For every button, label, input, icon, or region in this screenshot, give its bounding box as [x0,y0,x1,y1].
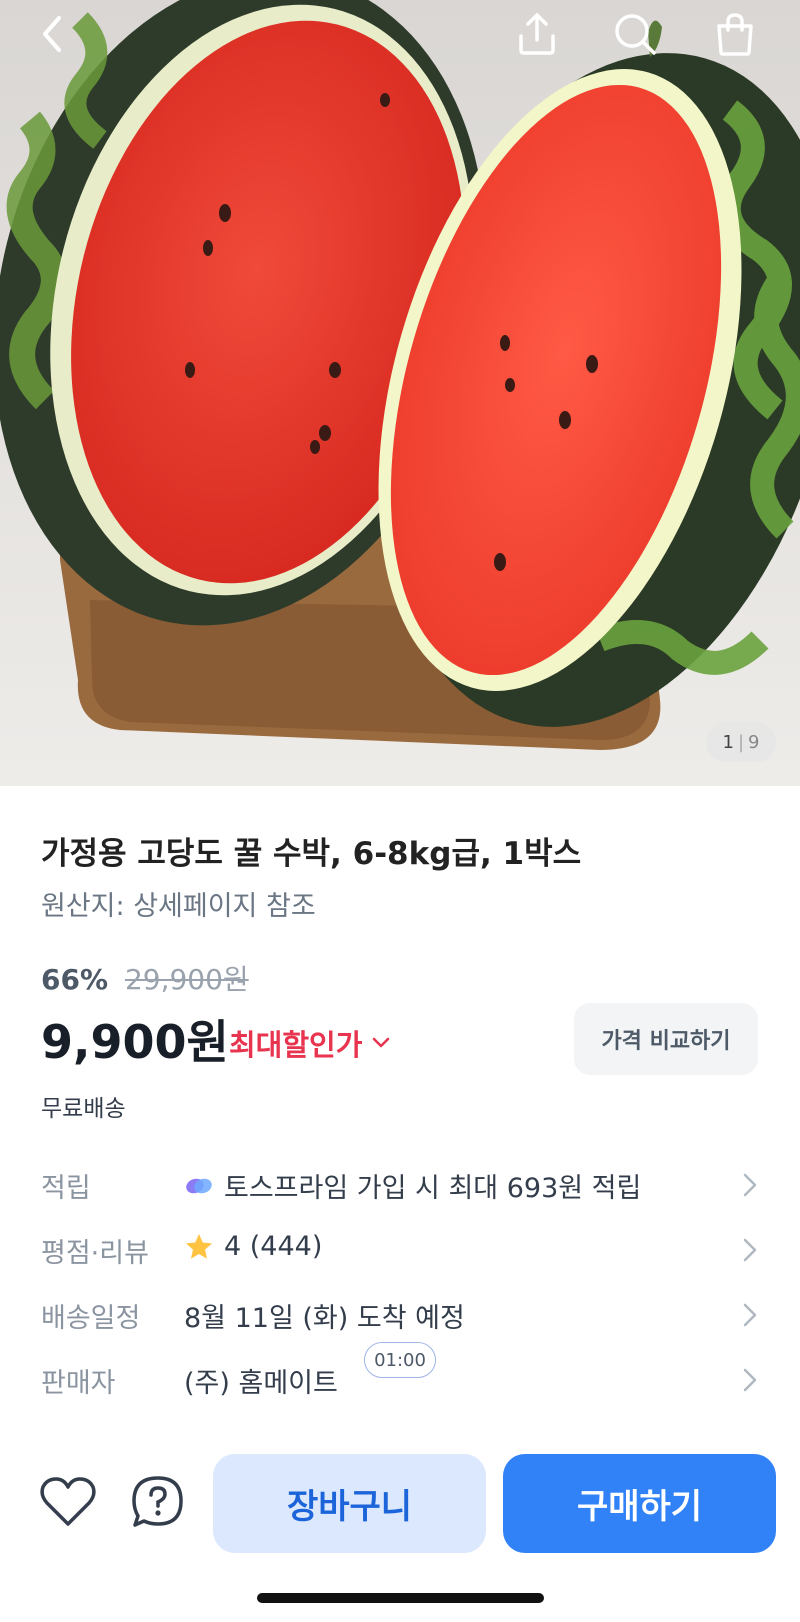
inquiry-button[interactable] [126,1470,190,1534]
product-origin: 원산지: 상세페이지 참조 [41,891,316,922]
points-label: 적립 [41,1173,91,1204]
timer-badge: 01:00 [364,1342,436,1378]
price-compare-button[interactable]: 가격 비교하기 [574,1003,758,1075]
chevron-right-icon [743,1173,757,1197]
search-button[interactable] [607,8,663,60]
seller-label: 판매자 [41,1368,116,1399]
rating-value-wrap: 4 (444) [184,1231,322,1262]
add-to-cart-button[interactable]: 장바구니 [213,1454,486,1553]
toss-prime-icon [184,1174,214,1198]
star-icon [184,1232,214,1262]
counter-current: 1 [722,731,734,753]
watermelon-illustration [0,0,800,786]
original-price: 29,900원 [124,963,249,996]
chevron-right-icon [743,1368,757,1392]
points-value: 토스프라임 가입 시 최대 693원 적립 [224,1173,642,1204]
seller-value: (주) 홈메이트 [184,1368,338,1399]
buy-now-button[interactable]: 구매하기 [503,1454,776,1553]
back-icon [43,16,61,52]
chevron-down-icon [373,1037,390,1048]
max-discount-toggle[interactable]: 최대할인가 [229,1022,390,1064]
points-row[interactable]: 적립 토스프라임 가입 시 최대 693원 적립 [0,1158,800,1216]
chevron-right-icon [743,1238,757,1262]
question-bubble-icon [132,1476,183,1527]
delivery-row[interactable]: 배송일정 8월 11일 (화) 도착 예정 [0,1288,800,1346]
share-icon [519,13,555,55]
wishlist-button[interactable] [36,1470,100,1534]
bottom-action-bar: 장바구니 구매하기 [0,1448,800,1558]
product-title: 가정용 고당도 꿀 수박, 6-8kg급, 1박스 [41,836,582,872]
heart-icon [40,1477,96,1526]
counter-total: 9 [748,731,760,753]
delivery-label: 배송일정 [41,1303,141,1334]
shopping-bag-icon [717,13,753,56]
top-bar [0,0,800,70]
image-counter: 1 | 9 [706,722,776,762]
cart-top-button[interactable] [707,8,763,60]
rating-row[interactable]: 평점·리뷰 4 (444) [0,1223,800,1281]
points-value-wrap: 토스프라임 가입 시 최대 693원 적립 [184,1166,641,1205]
counter-separator: | [737,731,745,753]
chevron-right-icon [743,1303,757,1327]
rating-label: 평점·리뷰 [41,1238,149,1269]
back-button[interactable] [24,8,80,60]
discount-row: 66% 29,900원 [41,958,249,998]
delivery-value: 8월 11일 (화) 도착 예정 [184,1303,465,1334]
discount-rate: 66% [41,963,109,996]
home-indicator [257,1593,544,1603]
sale-price: 9,900원 [41,1015,229,1069]
shipping-info: 무료배송 [41,1096,126,1122]
rating-value: 4 (444) [224,1231,323,1262]
search-icon [615,14,656,55]
share-button[interactable] [509,8,565,60]
max-discount-label: 최대할인가 [229,1028,363,1062]
product-image[interactable]: 1 | 9 [0,0,800,786]
